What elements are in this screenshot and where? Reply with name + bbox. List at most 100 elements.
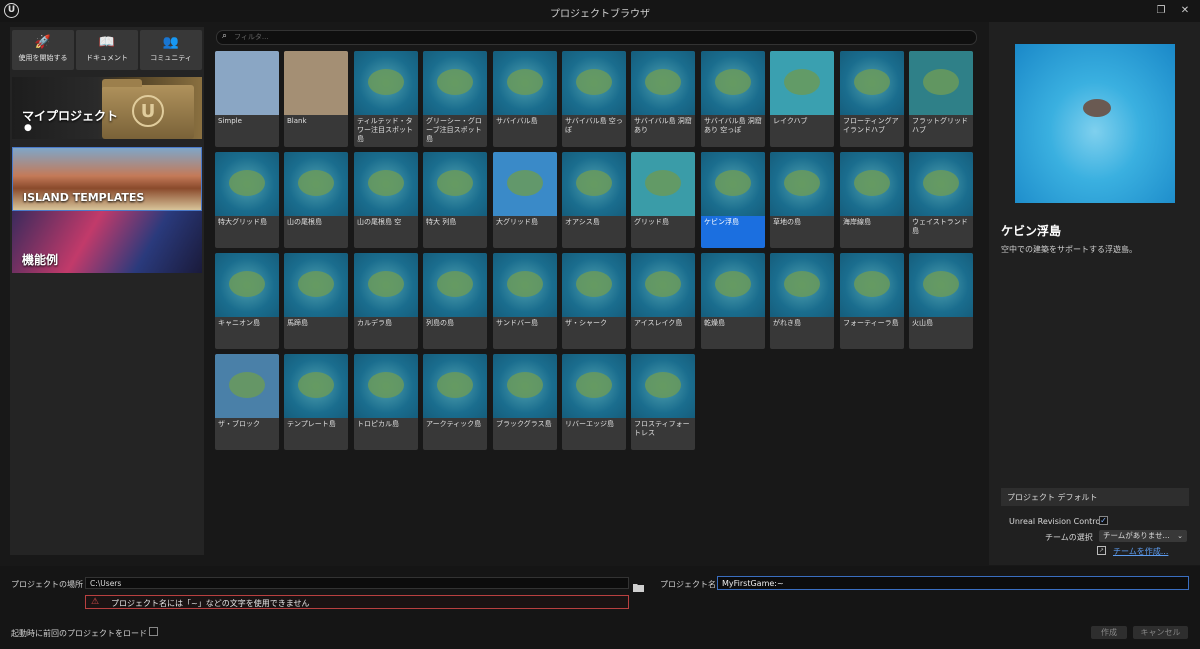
template-tile[interactable]: サバイバル島 洞窟あり 空っぽ (701, 51, 765, 147)
template-thumbnail (215, 51, 279, 115)
template-tile-label: 列島の島 (426, 319, 454, 327)
template-tile[interactable]: 列島の島 (423, 253, 487, 349)
template-tile[interactable]: ティルテッド・タワー注目スポット島 (354, 51, 418, 147)
template-tile-label: フローティングアイランドハブ (843, 117, 899, 134)
template-thumbnail (562, 354, 626, 418)
category-my-projects[interactable]: U マイプロジェクト ● (12, 77, 202, 139)
template-tile[interactable]: サバイバル島 洞窟あり (631, 51, 695, 147)
template-tile-label: がれき島 (773, 319, 801, 327)
template-tile[interactable]: 特大 列島 (423, 152, 487, 248)
template-tile[interactable]: リバーエッジ島 (562, 354, 626, 450)
template-tile-label: 特大 列島 (426, 218, 457, 226)
getting-started-button[interactable]: 🚀 使用を開始する (12, 30, 74, 70)
project-defaults-header[interactable]: プロジェクト デフォルト (1001, 488, 1189, 506)
selected-template-title: ケビン浮島 (1001, 224, 1062, 238)
template-thumbnail (423, 354, 487, 418)
template-thumbnail (631, 253, 695, 317)
template-tile-label: 馬蹄島 (287, 319, 308, 327)
template-tile[interactable]: グリーシー・グローブ注目スポット島 (423, 51, 487, 147)
template-tile[interactable]: Blank (284, 51, 348, 147)
template-thumbnail (493, 152, 557, 216)
project-location-input[interactable]: C:\Users (85, 577, 629, 589)
template-tile[interactable]: 乾燥島 (701, 253, 765, 349)
template-tile[interactable]: オアシス島 (562, 152, 626, 248)
template-thumbnail (631, 152, 695, 216)
template-thumbnail (423, 152, 487, 216)
cancel-button[interactable]: キャンセル (1133, 626, 1188, 639)
selected-template-description: 空中での建築をサポートする浮遊島。 (1001, 245, 1137, 254)
template-tile-label: 海岸線島 (843, 218, 871, 226)
template-tile[interactable]: フラットグリッドハブ (909, 51, 973, 147)
template-tile[interactable]: フローティングアイランドハブ (840, 51, 904, 147)
template-thumbnail (631, 51, 695, 115)
template-tile[interactable]: 草地の島 (770, 152, 834, 248)
template-thumbnail (701, 253, 765, 317)
template-tile[interactable]: ウェイストランド島 (909, 152, 973, 248)
template-thumbnail (423, 51, 487, 115)
title-bar: U プロジェクトブラウザ ❐ ✕ (0, 0, 1200, 22)
template-tile[interactable]: 海岸線島 (840, 152, 904, 248)
template-tile[interactable]: サバイバル島 (493, 51, 557, 147)
template-tile[interactable]: フロスティフォートレス (631, 354, 695, 450)
template-thumbnail (215, 152, 279, 216)
template-tile[interactable]: サンドバー島 (493, 253, 557, 349)
template-tile[interactable]: 火山島 (909, 253, 973, 349)
template-tile[interactable]: テンプレート島 (284, 354, 348, 450)
template-tile-label: ティルテッド・タワー注目スポット島 (357, 117, 413, 143)
project-name-input[interactable]: MyFirstGame:~ (717, 576, 1189, 590)
window-title: プロジェクトブラウザ (550, 9, 650, 20)
template-tile[interactable]: グリッド島 (631, 152, 695, 248)
template-tile[interactable]: カルデラ島 (354, 253, 418, 349)
template-tile-label: 山の尾根島 空 (357, 218, 402, 226)
template-tile[interactable]: 山の尾根島 空 (354, 152, 418, 248)
template-thumbnail (701, 152, 765, 216)
template-tile[interactable]: フォーティーラ島 (840, 253, 904, 349)
template-tile[interactable]: 特大グリッド島 (215, 152, 279, 248)
template-tile[interactable]: アークティック島 (423, 354, 487, 450)
template-tile-label: 特大グリッド島 (218, 218, 267, 226)
template-thumbnail (562, 152, 626, 216)
create-button[interactable]: 作成 (1091, 626, 1127, 639)
restore-icon[interactable]: ❐ (1154, 4, 1168, 18)
template-thumbnail (562, 51, 626, 115)
category-island-templates[interactable]: ISLAND TEMPLATES (12, 147, 202, 211)
template-tile[interactable]: キャニオン島 (215, 253, 279, 349)
template-tile-label: ウェイストランド島 (912, 218, 968, 235)
template-tile[interactable]: レイクハブ (770, 51, 834, 147)
template-tile[interactable]: ケビン浮島 (701, 152, 765, 248)
template-tile[interactable]: Simple (215, 51, 279, 147)
category-feature-examples[interactable]: 機能例 (12, 211, 202, 273)
template-tile-label: 乾燥島 (704, 319, 725, 327)
template-tile-label: フロスティフォートレス (634, 420, 690, 437)
template-tile[interactable]: サバイバル島 空っぽ (562, 51, 626, 147)
template-tile[interactable]: アイスレイク島 (631, 253, 695, 349)
template-tile[interactable]: 大グリッド島 (493, 152, 557, 248)
template-tile[interactable]: 馬蹄島 (284, 253, 348, 349)
template-tile-label: フラットグリッドハブ (912, 117, 968, 134)
template-thumbnail (284, 253, 348, 317)
community-button[interactable]: 👥 コミュニティ (140, 30, 202, 70)
template-tile-label: アークティック島 (426, 420, 482, 428)
search-icon: ⌕ (222, 31, 228, 41)
template-preview-image (1015, 44, 1175, 203)
user-icon: ● (24, 123, 32, 133)
browse-folder-icon[interactable] (633, 577, 644, 592)
template-tile[interactable]: 山の尾根島 (284, 152, 348, 248)
template-tile[interactable]: ブラックグラス島 (493, 354, 557, 450)
create-team-link[interactable]: チームを作成... (1113, 546, 1168, 557)
template-tile-label: フォーティーラ島 (843, 319, 899, 327)
template-tile[interactable]: トロピカル島 (354, 354, 418, 450)
load-last-project-checkbox[interactable] (149, 627, 158, 636)
template-tile-label: テンプレート島 (287, 420, 336, 428)
template-thumbnail (284, 51, 348, 115)
template-thumbnail (354, 152, 418, 216)
documentation-button[interactable]: 📖 ドキュメント (76, 30, 138, 70)
template-thumbnail (909, 253, 973, 317)
template-tile[interactable]: ザ・シャーク (562, 253, 626, 349)
filter-bar[interactable]: ⌕ フィルタ... (216, 30, 977, 45)
close-icon[interactable]: ✕ (1178, 4, 1192, 18)
template-tile[interactable]: ザ・ブロック (215, 354, 279, 450)
template-tile[interactable]: がれき島 (770, 253, 834, 349)
revision-control-checkbox[interactable]: ✓ (1099, 516, 1108, 525)
team-select-dropdown[interactable]: チームがありませ... ⌄ (1099, 530, 1187, 542)
